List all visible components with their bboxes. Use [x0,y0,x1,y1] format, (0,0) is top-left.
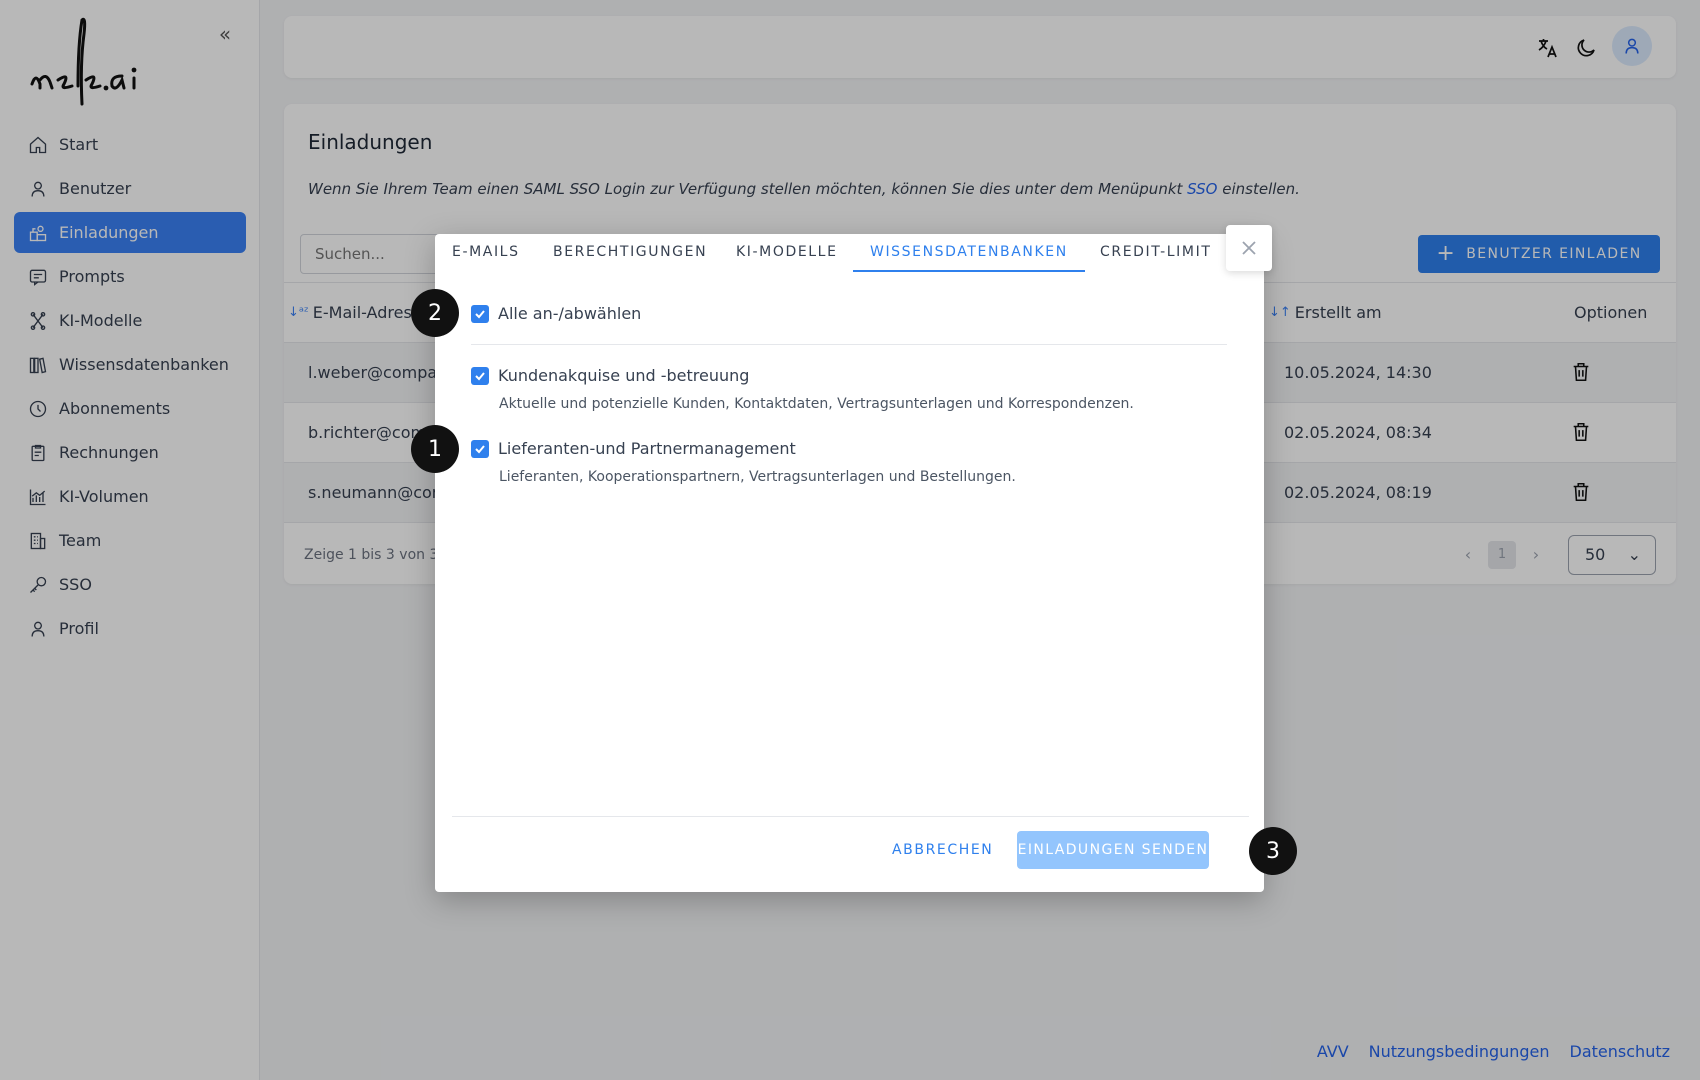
send-invitations-button[interactable]: EINLADUNGEN SENDEN [1017,831,1209,869]
select-all-checkbox[interactable] [471,305,489,323]
tab-wissensdatenbanken[interactable]: WISSENSDATENBANKEN [870,244,1068,260]
kb-name: Lieferanten-und Partnermanagement [498,439,796,458]
close-modal-button[interactable] [1226,225,1272,271]
tab-emails[interactable]: E-MAILS [452,244,520,260]
step-badge-3: 3 [1249,827,1297,875]
cancel-button[interactable]: ABBRECHEN [892,842,993,858]
kb-description: Lieferanten, Kooperationspartnern, Vertr… [499,469,1016,485]
active-tab-indicator [853,270,1085,272]
kb-description: Aktuelle und potenzielle Kunden, Kontakt… [499,396,1134,412]
modal-footer-divider [452,816,1249,817]
kb-checkbox-kundenakquise[interactable] [471,367,489,385]
divider [471,344,1227,345]
invite-modal: E-MAILS BERECHTIGUNGEN KI-MODELLE WISSEN… [435,234,1264,892]
close-icon [1242,241,1256,255]
step-badge-1: 1 [411,425,459,473]
select-all-label: Alle an-/abwählen [498,304,642,323]
check-icon [475,372,485,381]
step-badge-2: 2 [411,289,459,337]
kb-name: Kundenakquise und -betreuung [498,366,750,385]
kb-checkbox-lieferanten[interactable] [471,440,489,458]
check-icon [475,445,485,454]
tab-berechtigungen[interactable]: BERECHTIGUNGEN [553,244,707,260]
modal-tabs: E-MAILS BERECHTIGUNGEN KI-MODELLE WISSEN… [435,234,1264,272]
tab-ki-modelle[interactable]: KI-MODELLE [736,244,838,260]
check-icon [475,310,485,319]
tab-credit-limit[interactable]: CREDIT-LIMIT [1100,244,1211,260]
